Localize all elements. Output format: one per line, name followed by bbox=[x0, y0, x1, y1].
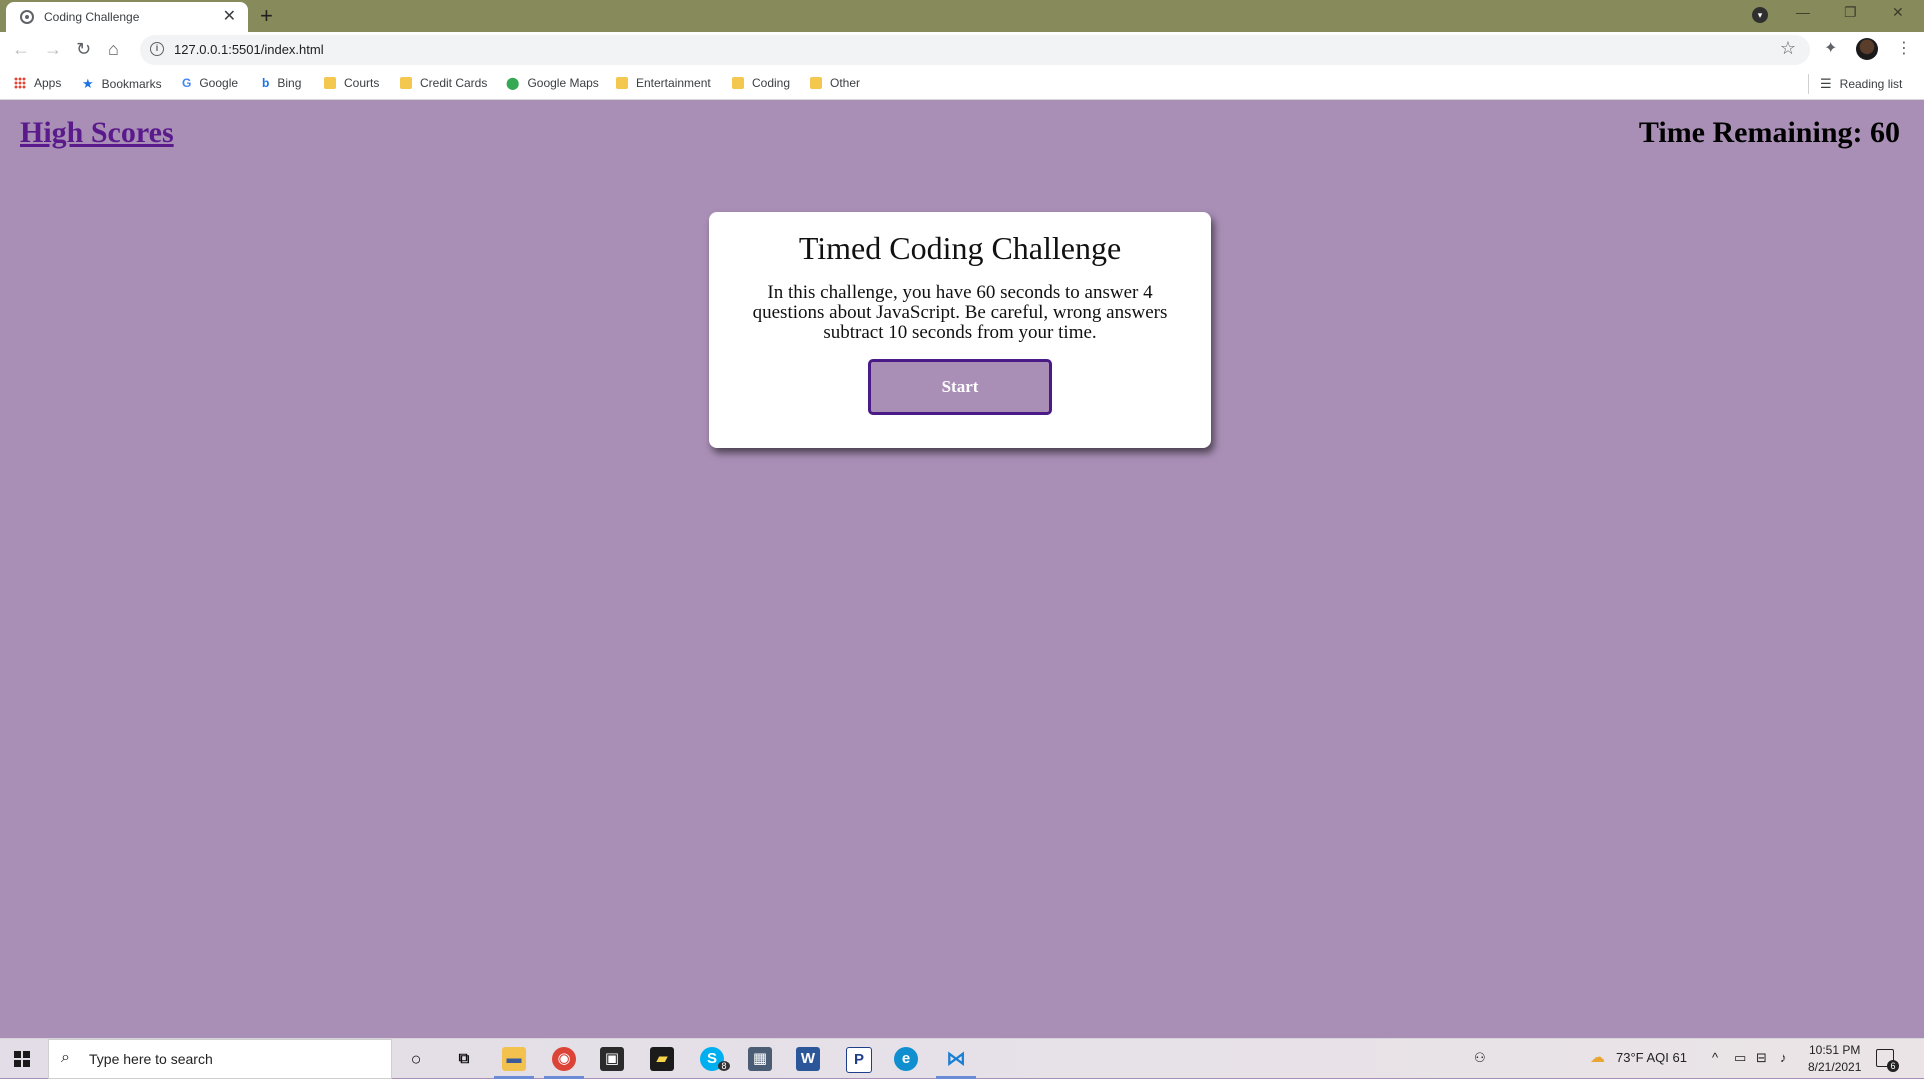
bookmark-apps[interactable]: Apps bbox=[14, 76, 61, 90]
people-icon[interactable]: ⚇ bbox=[1474, 1050, 1486, 1066]
bookmark-label: Coding bbox=[752, 76, 791, 90]
edge-icon[interactable]: e bbox=[894, 1047, 918, 1071]
browser-menu-icon[interactable]: ⋮ bbox=[1896, 38, 1912, 58]
bookmark-bing[interactable]: b Bing bbox=[262, 76, 301, 90]
reading-list-label: Reading list bbox=[1839, 77, 1903, 91]
bookmark-google-maps[interactable]: ⬤ Google Maps bbox=[506, 76, 599, 90]
folder-icon bbox=[324, 77, 336, 89]
back-arrow-icon[interactable]: ← bbox=[12, 39, 30, 60]
skype-badge: 8 bbox=[718, 1061, 730, 1071]
card-title: Timed Coding Challenge bbox=[798, 230, 1122, 266]
taskbar-clock[interactable]: 10:51 PM 8/21/2021 bbox=[1808, 1042, 1861, 1076]
reading-list-button[interactable]: ☰ Reading list bbox=[1820, 76, 1902, 92]
weather-text[interactable]: 73°F AQI 61 bbox=[1616, 1050, 1687, 1065]
notification-count: 6 bbox=[1887, 1060, 1899, 1072]
folder-icon bbox=[732, 77, 744, 89]
bookmark-label: Google bbox=[199, 76, 239, 90]
bookmark-label: Bing bbox=[277, 76, 302, 90]
bookmark-star-icon[interactable]: ☆ bbox=[1780, 38, 1796, 59]
bookmark-courts[interactable]: Courts bbox=[324, 76, 379, 90]
bookmark-coding[interactable]: Coding bbox=[732, 76, 790, 90]
forward-arrow-icon[interactable]: → bbox=[44, 39, 62, 60]
reload-icon[interactable]: ↻ bbox=[76, 39, 91, 60]
bookmarks-divider bbox=[1808, 74, 1809, 94]
windows-taskbar: ⌕ Type here to search ○ ⧉ ▬ ◉ ▣ ▰ S 8 ▦ … bbox=[0, 1038, 1924, 1079]
challenge-card: Timed Coding Challenge In this challenge… bbox=[709, 212, 1211, 448]
map-pin-icon: ⬤ bbox=[506, 76, 520, 90]
start-button[interactable]: Start bbox=[868, 359, 1052, 415]
bing-icon: b bbox=[262, 76, 270, 90]
search-placeholder: Type here to search bbox=[89, 1051, 213, 1067]
minimize-window-button[interactable]: — bbox=[1796, 4, 1810, 20]
high-scores-link[interactable]: High Scores bbox=[20, 116, 174, 150]
bookmark-label: Bookmarks bbox=[101, 77, 162, 91]
reading-list-icon: ☰ bbox=[1820, 76, 1832, 91]
search-icon: ⌕ bbox=[61, 1049, 70, 1066]
file-explorer-icon[interactable]: ▬ bbox=[502, 1047, 526, 1071]
star-icon: ★ bbox=[82, 76, 94, 91]
url-text[interactable]: 127.0.0.1:5501/index.html bbox=[174, 42, 324, 57]
chevron-up-icon[interactable]: ^ bbox=[1712, 1050, 1718, 1065]
word-icon[interactable]: W bbox=[796, 1047, 820, 1071]
home-icon[interactable]: ⌂ bbox=[108, 39, 119, 60]
browser-toolbar: ← → ↻ ⌂ i 127.0.0.1:5501/index.html ☆ bbox=[0, 32, 1924, 68]
taskbar-search[interactable]: ⌕ Type here to search bbox=[48, 1039, 392, 1079]
weather-icon: ☁ bbox=[1590, 1049, 1605, 1066]
task-view-icon[interactable]: ⧉ bbox=[452, 1047, 476, 1071]
site-info-icon[interactable]: i bbox=[150, 42, 164, 56]
browser-tab-strip: Coding Challenge ✕ + ▾ — ❐ ✕ bbox=[0, 0, 1924, 32]
bookmark-label: Other bbox=[830, 76, 861, 90]
bookmark-label: Credit Cards bbox=[420, 76, 488, 90]
bookmark-label: Apps bbox=[34, 76, 62, 90]
restore-window-button[interactable]: ❐ bbox=[1844, 4, 1857, 21]
cortana-icon[interactable]: ○ bbox=[404, 1047, 428, 1071]
volume-icon[interactable]: ♪ bbox=[1780, 1050, 1787, 1065]
new-tab-button[interactable]: + bbox=[260, 3, 273, 29]
card-description: In this challenge, you have 60 seconds t… bbox=[752, 282, 1168, 343]
address-bar[interactable]: i 127.0.0.1:5501/index.html ☆ bbox=[140, 35, 1810, 65]
bookmark-credit-cards[interactable]: Credit Cards bbox=[400, 76, 487, 90]
windows-start-icon[interactable] bbox=[14, 1051, 30, 1067]
calculator-icon[interactable]: ▦ bbox=[748, 1047, 772, 1071]
folder-icon bbox=[810, 77, 822, 89]
folder-icon bbox=[400, 77, 412, 89]
folder-icon bbox=[616, 77, 628, 89]
bookmark-label: Courts bbox=[344, 76, 380, 90]
bookmark-label: Entertainment bbox=[636, 76, 711, 90]
globe-favicon-icon bbox=[20, 10, 34, 24]
clock-date: 8/21/2021 bbox=[1808, 1060, 1862, 1074]
sticky-notes-icon[interactable]: ▰ bbox=[650, 1047, 674, 1071]
google-icon: G bbox=[182, 76, 192, 90]
close-window-button[interactable]: ✕ bbox=[1892, 4, 1904, 21]
chrome-icon[interactable]: ◉ bbox=[552, 1047, 576, 1071]
tab-close-icon[interactable]: ✕ bbox=[223, 9, 236, 25]
extensions-puzzle-icon[interactable]: ✦ bbox=[1824, 38, 1837, 58]
bookmark-entertainment[interactable]: Entertainment bbox=[616, 76, 711, 90]
apps-grid-icon bbox=[14, 77, 26, 89]
bookmark-other[interactable]: Other bbox=[810, 76, 860, 90]
time-remaining: Time Remaining: 60 bbox=[1638, 116, 1900, 149]
network-icon[interactable]: ⊟ bbox=[1756, 1050, 1767, 1066]
browser-tab-active[interactable]: Coding Challenge ✕ bbox=[6, 2, 248, 32]
bookmark-label: Google Maps bbox=[527, 76, 599, 90]
publisher-icon[interactable]: P bbox=[846, 1047, 872, 1073]
bookmark-google[interactable]: G Google bbox=[182, 76, 238, 90]
action-center-icon[interactable]: 6 bbox=[1876, 1049, 1899, 1072]
bookmark-bookmarks[interactable]: ★ Bookmarks bbox=[82, 76, 162, 92]
profile-menu-icon[interactable]: ▾ bbox=[1752, 7, 1768, 23]
tab-title: Coding Challenge bbox=[44, 10, 140, 24]
clock-time: 10:51 PM bbox=[1809, 1043, 1861, 1057]
bookmarks-bar: Apps ★ Bookmarks G Google b Bing Courts … bbox=[0, 68, 1924, 100]
user-avatar[interactable] bbox=[1856, 38, 1878, 60]
vscode-icon[interactable]: ⋈ bbox=[944, 1047, 968, 1071]
meet-now-icon[interactable]: ▭ bbox=[1734, 1050, 1746, 1066]
page-body: High Scores Time Remaining: 60 Timed Cod… bbox=[0, 100, 1924, 1038]
store-icon[interactable]: ▣ bbox=[600, 1047, 624, 1071]
